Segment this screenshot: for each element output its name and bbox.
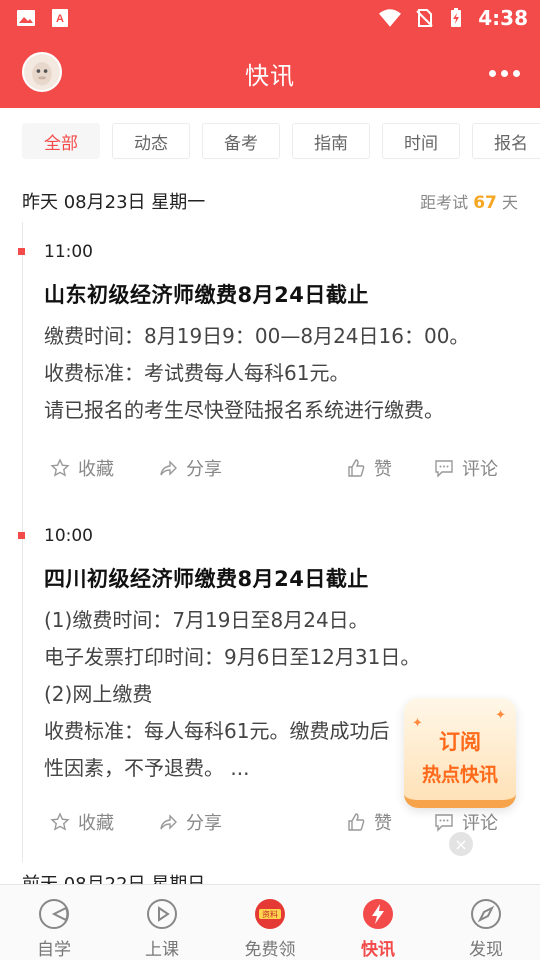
tab-news[interactable]: 动态 xyxy=(112,123,190,159)
star-icon xyxy=(50,458,70,477)
share-button[interactable]: 分享 xyxy=(158,455,222,481)
more-icon[interactable] xyxy=(489,70,520,77)
image-icon xyxy=(17,10,35,26)
status-bar: A 4:38 xyxy=(0,0,540,36)
battery-charging-icon xyxy=(451,8,462,27)
category-tabs: 全部 动态 备考 指南 时间 报名 xyxy=(22,123,540,159)
tab-register[interactable]: 报名 xyxy=(472,123,540,159)
nav-class[interactable]: 上课 xyxy=(108,897,216,960)
date-row: 昨天 08月23日 星期一 距考试 67 天 xyxy=(22,186,518,214)
news-actions: 收藏 分享 赞 评论 xyxy=(50,455,500,485)
compass-icon xyxy=(471,899,501,929)
share-icon xyxy=(160,460,177,476)
timeline-dot xyxy=(18,532,25,539)
svg-text:A: A xyxy=(56,13,64,25)
news-time: 11:00 xyxy=(44,242,93,262)
subscribe-subtitle: 热点快讯 xyxy=(421,764,498,786)
play-class-icon xyxy=(147,899,177,929)
comment-label: 评论 xyxy=(462,459,498,480)
comment-label: 评论 xyxy=(462,813,498,834)
countdown-suffix: 天 xyxy=(501,193,518,212)
star-icon xyxy=(50,812,70,831)
like-button[interactable]: 赞 xyxy=(346,455,392,481)
like-label: 赞 xyxy=(374,459,392,480)
news-actions: 收藏 分享 赞 评论 xyxy=(50,809,500,839)
nav-flash-news[interactable]: 快讯 xyxy=(324,897,432,960)
comment-button[interactable]: 评论 xyxy=(434,455,498,481)
news-time: 10:00 xyxy=(44,526,93,546)
bottom-nav: 自学 上课 资料 免费领 快讯 发现 xyxy=(0,884,540,960)
nav-label: 免费领 xyxy=(244,940,296,960)
news-line: 缴费时间：8月19日9：00—8月24日16：00。 xyxy=(44,324,470,348)
exam-countdown: 距考试 67 天 xyxy=(420,189,518,213)
free-badge: 资料 xyxy=(262,909,278,919)
timeline-dot xyxy=(18,248,25,255)
countdown-days: 67 xyxy=(473,193,497,213)
news-title[interactable]: 山东初级经济师缴费8月24日截止 xyxy=(44,279,369,309)
app-bar: 快讯 xyxy=(0,36,540,108)
news-title[interactable]: 四川初级经济师缴费8月24日截止 xyxy=(44,563,369,593)
thumbs-up-icon xyxy=(348,813,365,831)
wifi-icon xyxy=(379,9,402,27)
collect-button[interactable]: 收藏 xyxy=(50,809,114,835)
tab-time[interactable]: 时间 xyxy=(382,123,460,159)
timeline-line xyxy=(22,222,23,862)
news-line: 收费标准：考试费每人每科61元。 xyxy=(44,361,350,385)
news-line: 电子发票打印时间：9月6日至12月31日。 xyxy=(44,645,421,669)
page-title: 快讯 xyxy=(245,62,295,90)
share-icon xyxy=(160,814,177,830)
sparkle-icon: ✦ xyxy=(495,708,506,723)
nav-label: 快讯 xyxy=(361,940,395,960)
subscribe-title: 订阅 xyxy=(439,730,481,754)
clock: 4:38 xyxy=(478,6,528,30)
nav-label: 自学 xyxy=(37,940,71,960)
close-icon[interactable]: × xyxy=(449,832,473,856)
share-label: 分享 xyxy=(186,459,222,480)
countdown-prefix: 距考试 xyxy=(420,193,469,212)
news-line: (1)缴费时间：7月19日至8月24日。 xyxy=(44,608,369,632)
collect-label: 收藏 xyxy=(78,459,114,480)
nav-label: 发现 xyxy=(469,940,503,960)
tab-all[interactable]: 全部 xyxy=(22,123,100,159)
self-study-icon xyxy=(39,899,69,929)
collect-button[interactable]: 收藏 xyxy=(50,455,114,481)
tab-prep[interactable]: 备考 xyxy=(202,123,280,159)
no-sim-icon xyxy=(416,9,433,27)
tab-guide[interactable]: 指南 xyxy=(292,123,370,159)
nav-self-study[interactable]: 自学 xyxy=(0,897,108,960)
comment-button[interactable]: 评论 xyxy=(434,809,498,835)
comment-icon xyxy=(435,460,453,478)
nav-discover[interactable]: 发现 xyxy=(432,897,540,960)
news-line: 请已报名的考生尽快登陆报名系统进行缴费。 xyxy=(44,398,444,422)
like-button[interactable]: 赞 xyxy=(346,809,392,835)
subscribe-hot-news-card[interactable]: ✦ ✦ 订阅 热点快讯 xyxy=(404,698,516,808)
date-label: 昨天 08月23日 星期一 xyxy=(22,192,206,213)
nav-label: 上课 xyxy=(145,940,179,960)
news-body[interactable]: 缴费时间：8月19日9：00—8月24日16：00。 收费标准：考试费每人每科6… xyxy=(44,318,510,429)
thumbs-up-icon xyxy=(348,459,365,477)
comment-icon xyxy=(435,814,453,832)
collect-label: 收藏 xyxy=(78,813,114,834)
like-label: 赞 xyxy=(374,813,392,834)
flash-news-icon xyxy=(363,899,393,929)
app-a-icon: A xyxy=(52,9,68,27)
share-button[interactable]: 分享 xyxy=(158,809,222,835)
nav-free[interactable]: 资料 免费领 xyxy=(216,897,324,960)
share-label: 分享 xyxy=(186,813,222,834)
free-material-icon: 资料 xyxy=(255,899,285,929)
